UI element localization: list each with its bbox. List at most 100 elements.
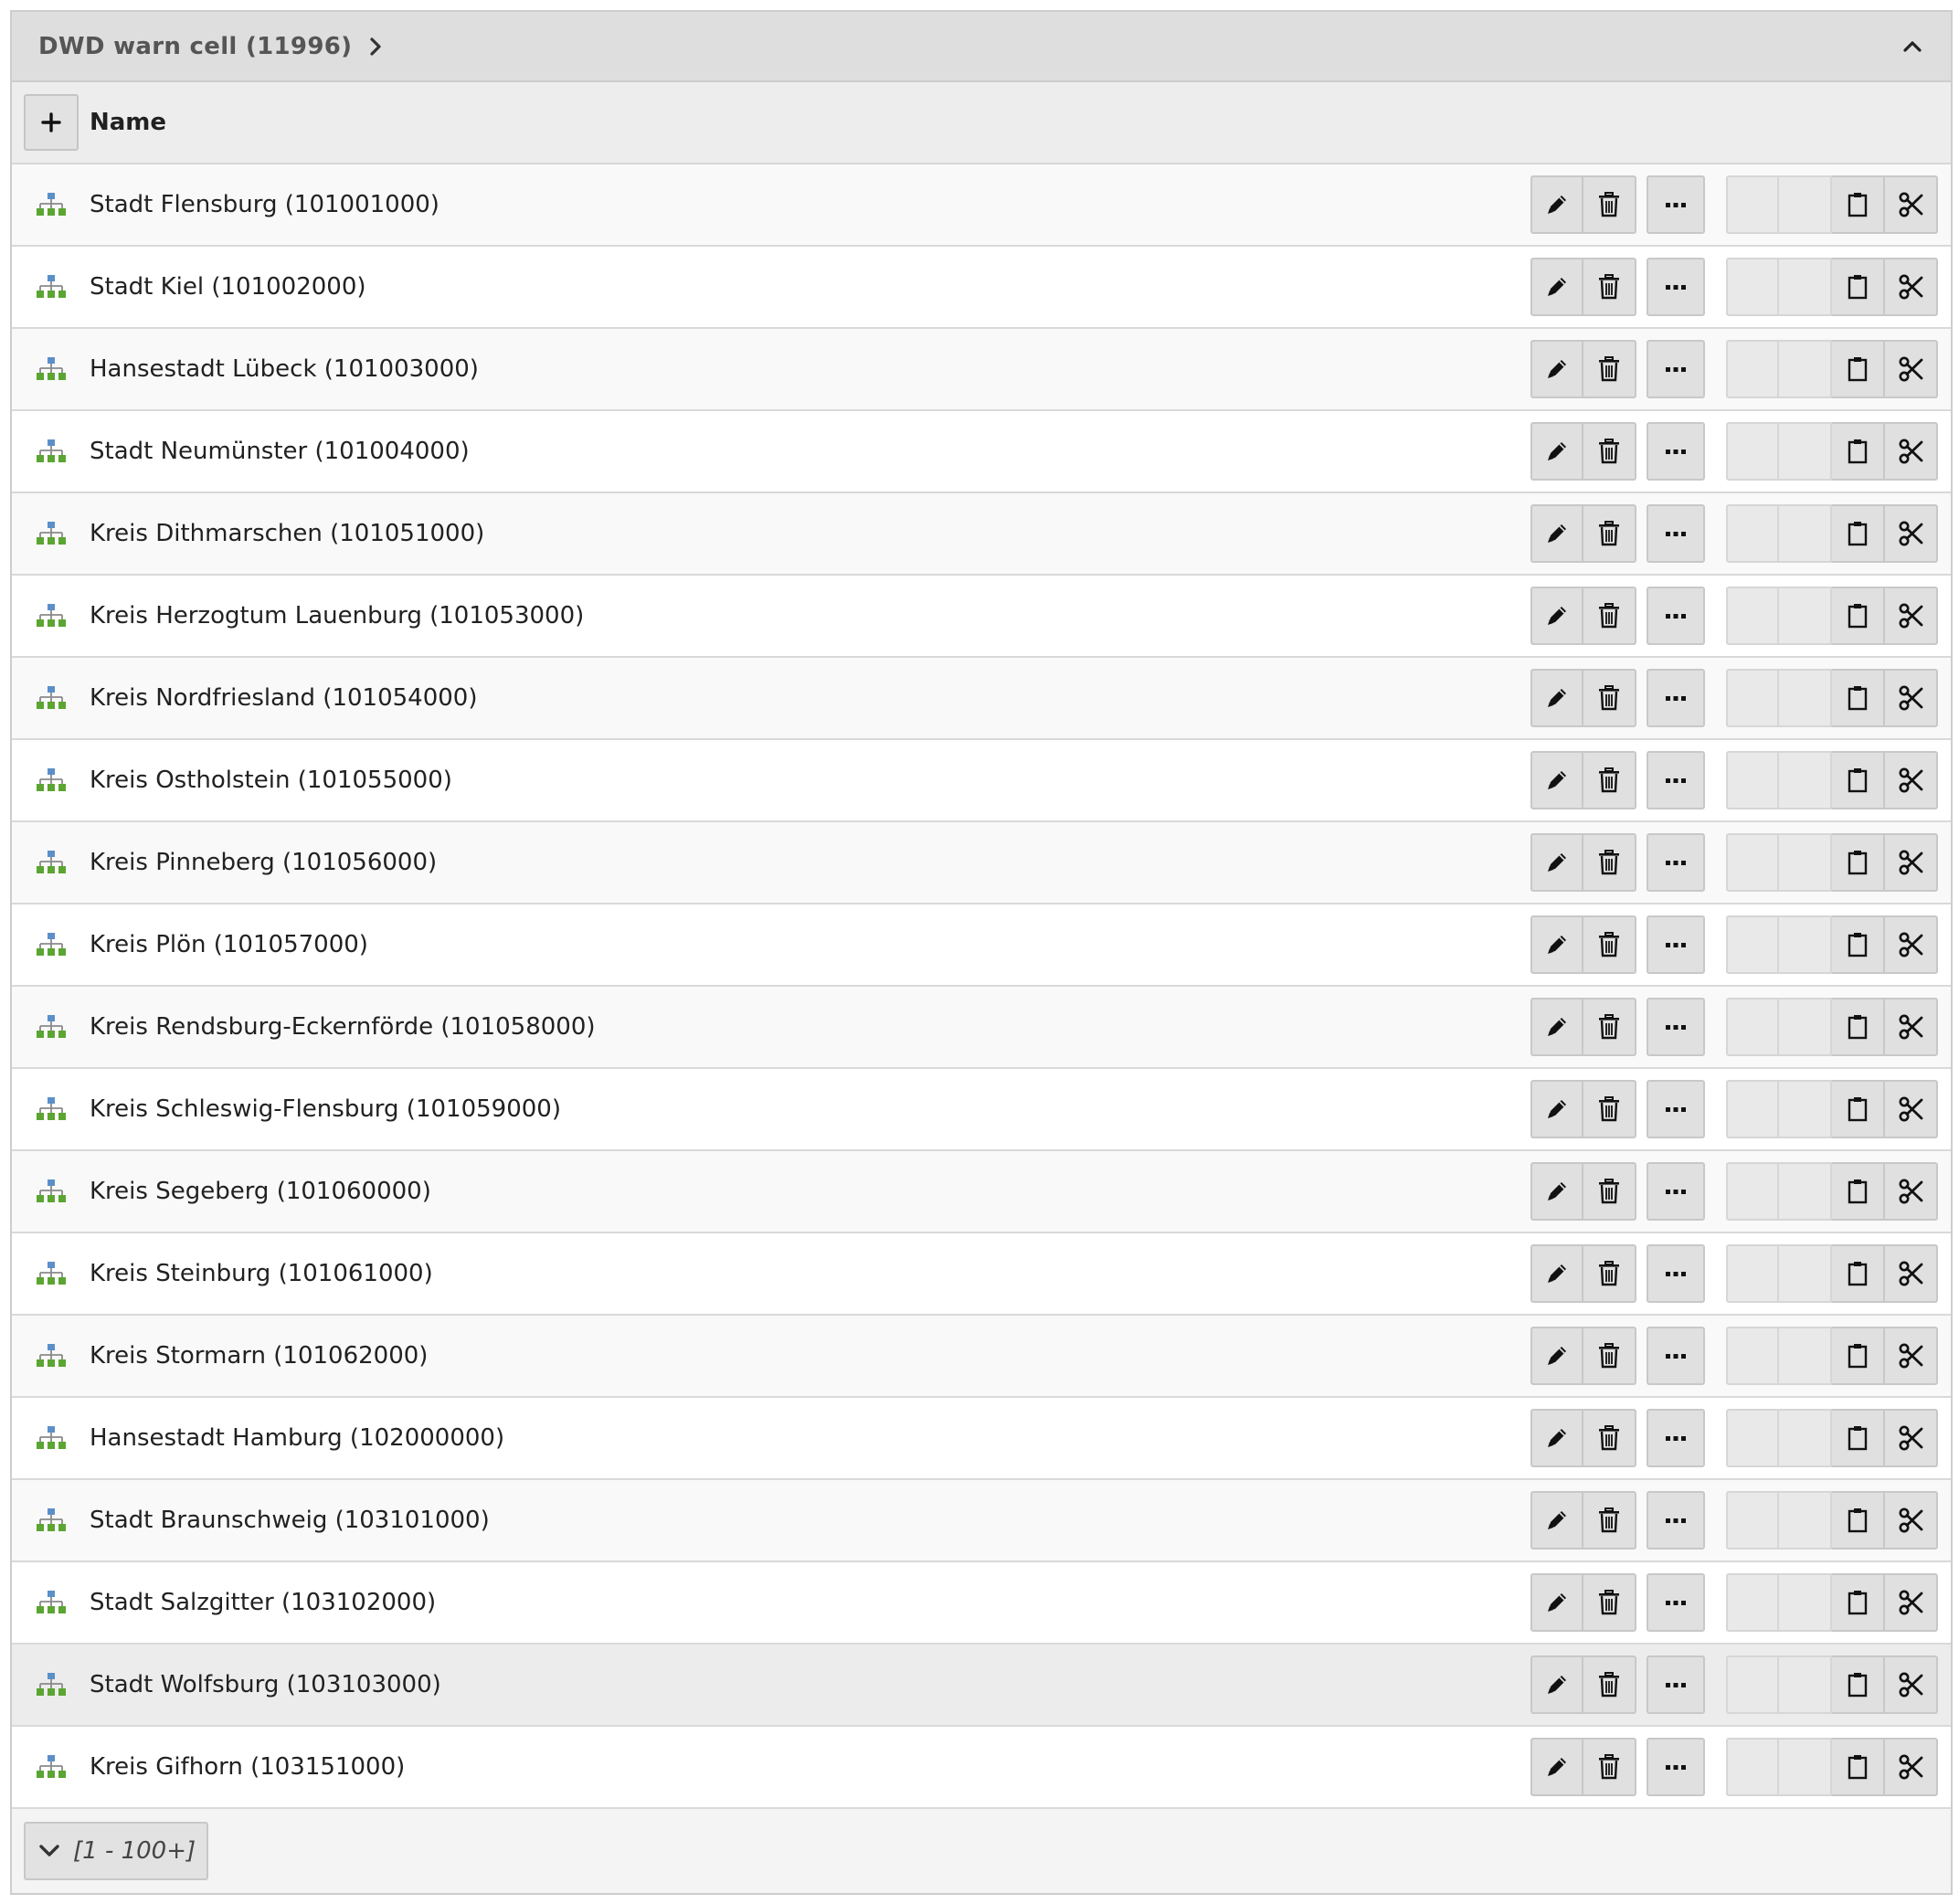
panel-title[interactable]: DWD warn cell (11996) <box>38 33 352 60</box>
record-title[interactable]: Kreis Ostholstein (101055000) <box>90 740 452 820</box>
record-title[interactable]: Kreis Segeberg (101060000) <box>90 1151 431 1232</box>
edit-button[interactable] <box>1530 175 1583 234</box>
cut-button[interactable] <box>1885 1491 1938 1550</box>
delete-button[interactable] <box>1583 1573 1636 1632</box>
more-options-button[interactable] <box>1647 1409 1705 1467</box>
cut-button[interactable] <box>1885 175 1938 234</box>
panel-header[interactable]: DWD warn cell (11996) <box>12 12 1951 82</box>
tree-hierarchy-icon[interactable] <box>36 1014 67 1040</box>
record-title[interactable]: Stadt Braunschweig (103101000) <box>90 1480 490 1560</box>
collapse-button[interactable] <box>1896 30 1929 63</box>
tree-hierarchy-icon[interactable] <box>36 1261 67 1286</box>
table-row[interactable]: Stadt Flensburg (101001000) <box>12 164 1951 247</box>
edit-button[interactable] <box>1530 1491 1583 1550</box>
delete-button[interactable] <box>1583 422 1636 481</box>
tree-hierarchy-icon[interactable] <box>36 356 67 382</box>
paste-button[interactable] <box>1832 1244 1885 1303</box>
edit-button[interactable] <box>1530 504 1583 563</box>
cut-button[interactable] <box>1885 258 1938 316</box>
paste-button[interactable] <box>1832 1738 1885 1796</box>
cut-button[interactable] <box>1885 1738 1938 1796</box>
record-title[interactable]: Hansestadt Hamburg (102000000) <box>90 1398 504 1478</box>
paste-button[interactable] <box>1832 1162 1885 1221</box>
delete-button[interactable] <box>1583 1655 1636 1714</box>
edit-button[interactable] <box>1530 422 1583 481</box>
table-row[interactable]: Kreis Rendsburg-Eckernförde (101058000) <box>12 987 1951 1069</box>
paste-button[interactable] <box>1832 258 1885 316</box>
tree-hierarchy-icon[interactable] <box>36 1343 67 1369</box>
more-options-button[interactable] <box>1647 175 1705 234</box>
tree-hierarchy-icon[interactable] <box>36 1179 67 1204</box>
cut-button[interactable] <box>1885 915 1938 974</box>
tree-hierarchy-icon[interactable] <box>36 1672 67 1698</box>
more-options-button[interactable] <box>1647 1655 1705 1714</box>
more-options-button[interactable] <box>1647 422 1705 481</box>
paste-button[interactable] <box>1832 587 1885 645</box>
table-row[interactable]: Hansestadt Hamburg (102000000) <box>12 1398 1951 1480</box>
paste-button[interactable] <box>1832 1409 1885 1467</box>
edit-button[interactable] <box>1530 258 1583 316</box>
tree-hierarchy-icon[interactable] <box>36 1096 67 1122</box>
more-options-button[interactable] <box>1647 1162 1705 1221</box>
more-options-button[interactable] <box>1647 669 1705 727</box>
column-header-name[interactable]: Name <box>90 109 166 136</box>
edit-button[interactable] <box>1530 669 1583 727</box>
record-title[interactable]: Kreis Gifhorn (103151000) <box>90 1727 405 1807</box>
chevron-right-icon[interactable] <box>365 33 387 60</box>
paste-button[interactable] <box>1832 504 1885 563</box>
tree-hierarchy-icon[interactable] <box>36 1507 67 1533</box>
more-options-button[interactable] <box>1647 1573 1705 1632</box>
tree-hierarchy-icon[interactable] <box>36 767 67 793</box>
table-row[interactable]: Kreis Gifhorn (103151000) <box>12 1727 1951 1809</box>
tree-hierarchy-icon[interactable] <box>36 850 67 875</box>
record-title[interactable]: Kreis Pinneberg (101056000) <box>90 822 437 903</box>
cut-button[interactable] <box>1885 1327 1938 1385</box>
cut-button[interactable] <box>1885 422 1938 481</box>
table-row[interactable]: Kreis Dithmarschen (101051000) <box>12 493 1951 576</box>
table-row[interactable]: Kreis Schleswig-Flensburg (101059000) <box>12 1069 1951 1151</box>
paste-button[interactable] <box>1832 915 1885 974</box>
more-options-button[interactable] <box>1647 340 1705 398</box>
paste-button[interactable] <box>1832 998 1885 1056</box>
paste-button[interactable] <box>1832 340 1885 398</box>
tree-hierarchy-icon[interactable] <box>36 685 67 711</box>
record-title[interactable]: Kreis Stormarn (101062000) <box>90 1316 428 1396</box>
delete-button[interactable] <box>1583 1162 1636 1221</box>
record-title[interactable]: Stadt Flensburg (101001000) <box>90 164 439 245</box>
record-title[interactable]: Kreis Schleswig-Flensburg (101059000) <box>90 1069 561 1149</box>
delete-button[interactable] <box>1583 1080 1636 1138</box>
cut-button[interactable] <box>1885 587 1938 645</box>
more-options-button[interactable] <box>1647 1738 1705 1796</box>
paste-button[interactable] <box>1832 669 1885 727</box>
delete-button[interactable] <box>1583 1738 1636 1796</box>
delete-button[interactable] <box>1583 998 1636 1056</box>
delete-button[interactable] <box>1583 1491 1636 1550</box>
delete-button[interactable] <box>1583 258 1636 316</box>
cut-button[interactable] <box>1885 1655 1938 1714</box>
delete-button[interactable] <box>1583 833 1636 892</box>
cut-button[interactable] <box>1885 998 1938 1056</box>
cut-button[interactable] <box>1885 833 1938 892</box>
edit-button[interactable] <box>1530 833 1583 892</box>
pagination-button[interactable]: [1 - 100+] <box>24 1822 208 1880</box>
tree-hierarchy-icon[interactable] <box>36 439 67 464</box>
more-options-button[interactable] <box>1647 751 1705 809</box>
cut-button[interactable] <box>1885 669 1938 727</box>
paste-button[interactable] <box>1832 1080 1885 1138</box>
table-row[interactable]: Kreis Plön (101057000) <box>12 904 1951 987</box>
record-title[interactable]: Stadt Kiel (101002000) <box>90 247 366 327</box>
edit-button[interactable] <box>1530 1573 1583 1632</box>
tree-hierarchy-icon[interactable] <box>36 521 67 546</box>
table-row[interactable]: Kreis Pinneberg (101056000) <box>12 822 1951 904</box>
tree-hierarchy-icon[interactable] <box>36 1425 67 1451</box>
edit-button[interactable] <box>1530 1409 1583 1467</box>
table-row[interactable]: Stadt Neumünster (101004000) <box>12 411 1951 493</box>
delete-button[interactable] <box>1583 1327 1636 1385</box>
paste-button[interactable] <box>1832 833 1885 892</box>
table-row[interactable]: Kreis Nordfriesland (101054000) <box>12 658 1951 740</box>
more-options-button[interactable] <box>1647 1327 1705 1385</box>
record-title[interactable]: Kreis Dithmarschen (101051000) <box>90 493 484 574</box>
tree-hierarchy-icon[interactable] <box>36 1590 67 1615</box>
tree-hierarchy-icon[interactable] <box>36 603 67 629</box>
record-title[interactable]: Kreis Plön (101057000) <box>90 904 368 985</box>
